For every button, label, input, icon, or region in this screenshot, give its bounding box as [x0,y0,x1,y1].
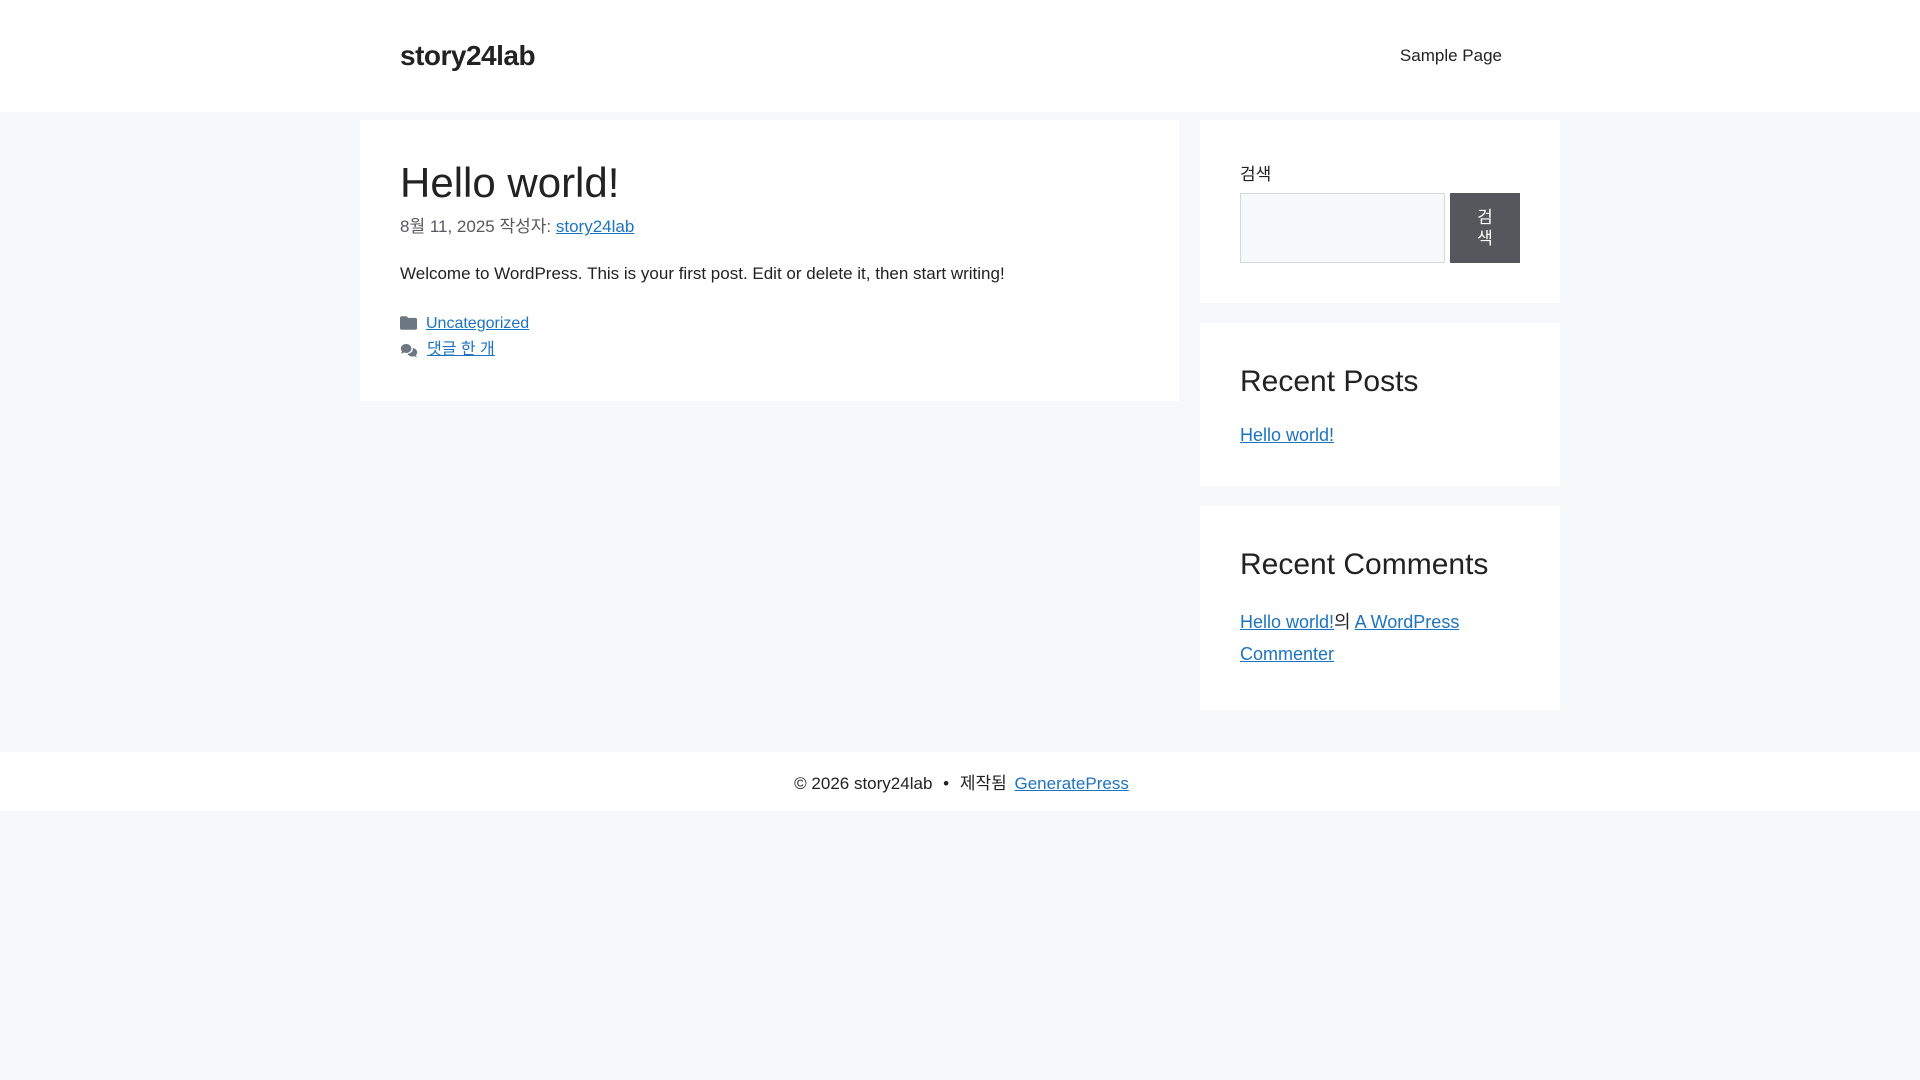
search-form: 검색 [1240,193,1520,263]
generatepress-link[interactable]: GeneratePress [1014,774,1128,793]
post-title: Hello world! [400,159,620,206]
search-widget: 검색 검색 [1200,120,1560,303]
primary-nav: Sample Page [1382,46,1520,66]
comments-icon [400,343,418,357]
recent-posts-title: Recent Posts [1240,365,1419,398]
recent-comments-widget: Recent Comments Hello world!의 A WordPress… [1200,505,1560,710]
search-input[interactable] [1240,193,1445,263]
comments-row: 댓글 한 개 [400,339,1139,361]
search-submit-button[interactable]: 검색 [1450,193,1520,263]
comment-connector-text: 의 [1334,612,1351,632]
comments-count-link[interactable]: 댓글 한 개 [427,339,495,361]
site-title-link[interactable]: story24lab [400,40,536,72]
sidebar: 검색 검색 Recent Posts Hello world! Recent C… [1200,120,1560,730]
main-area: Hello world! 8월 11, 2025 작성자: story24lab… [360,120,1560,730]
post-date: 8월 11, 2025 [400,217,495,237]
nav-item-sample-page[interactable]: Sample Page [1382,46,1520,65]
footer-built-label: 제작됨 [959,774,1007,793]
recent-comments-title: Recent Comments [1240,547,1489,581]
site-footer: © 2026 story24lab • 제작됨 GeneratePress [0,752,1920,811]
comment-post-link[interactable]: Hello world! [1240,612,1334,632]
post-content: Welcome to WordPress. This is your first… [400,261,1139,287]
footer-copyright: © 2026 story24lab [794,774,933,793]
post-card: Hello world! 8월 11, 2025 작성자: story24lab… [360,120,1179,401]
recent-post-item: Hello world! [1240,425,1520,446]
post-paragraph: Welcome to WordPress. This is your first… [400,264,1005,284]
recent-posts-widget: Recent Posts Hello world! [1200,323,1560,486]
footer-separator: • [943,774,950,793]
folder-icon [400,316,417,331]
recent-comment-item: Hello world!의 A WordPress Commenter [1240,607,1520,670]
post-meta-line: 8월 11, 2025 작성자: story24lab [400,212,1139,237]
site-header: story24lab Sample Page [0,0,1920,112]
post-footer-meta: Uncategorized 댓글 한 개 [400,313,1139,361]
post-byline-label: 작성자: [499,217,552,237]
category-row: Uncategorized [400,313,1139,335]
search-label: 검색 [1240,165,1272,184]
post-author-link[interactable]: story24lab [556,217,634,236]
category-link[interactable]: Uncategorized [426,313,529,335]
recent-post-link[interactable]: Hello world! [1240,425,1334,445]
